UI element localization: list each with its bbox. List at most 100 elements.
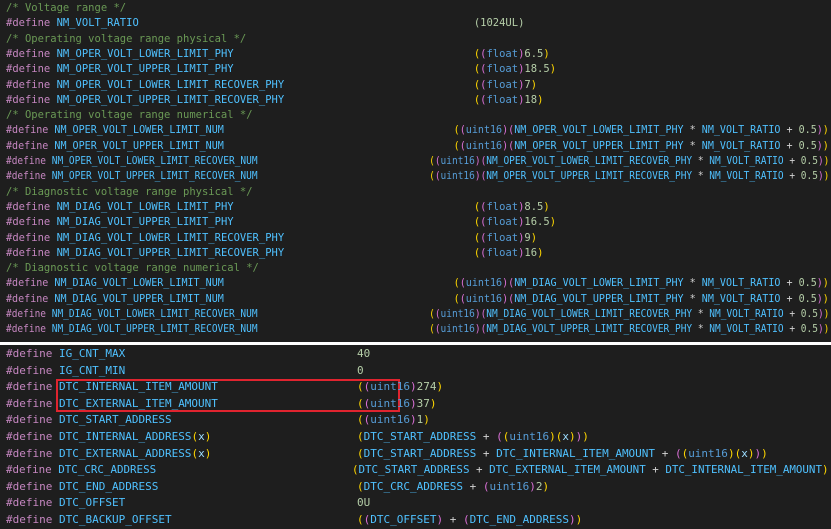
define-directive: #define xyxy=(6,463,52,477)
close-paren: ) xyxy=(549,430,556,443)
number-literal: 0.5 xyxy=(800,170,818,183)
macro-ref: DTC_END_ADDRESS xyxy=(469,513,569,526)
open-paren: ( xyxy=(357,430,364,443)
code-editor-pane-bottom[interactable]: #define IG_CNT_MAX 40 #define IG_CNT_MIN … xyxy=(0,345,831,529)
macro-value: (DTC_START_ADDRESS + DTC_EXTERNAL_ITEM_A… xyxy=(352,463,829,476)
macro-value: ((DTC_OFFSET) + (DTC_END_ADDRESS)) xyxy=(357,513,582,526)
define-directive: #define xyxy=(6,63,51,76)
open-paren: ( xyxy=(357,446,364,460)
macro-name: NM_DIAG_VOLT_UPPER_LIMIT_NUM xyxy=(48,292,224,305)
macro-param: x xyxy=(198,446,205,460)
define-directive: #define xyxy=(6,47,51,60)
code-line[interactable]: #define NM_OPER_VOLT_LOWER_LIMIT_RECOVER… xyxy=(6,78,537,93)
define-directive: #define xyxy=(6,200,51,213)
type-keyword: float xyxy=(486,200,519,213)
macro-name: NM_DIAG_VOLT_UPPER_LIMIT_RECOVER_NUM xyxy=(46,323,258,336)
macro-value: ((uint16)(NM_DIAG_VOLT_LOWER_LIMIT_RECOV… xyxy=(429,308,829,320)
macro-ref: DTC_START_ADDRESS xyxy=(363,446,477,460)
code-line[interactable]: #define NM_DIAG_VOLT_LOWER_LIMIT_NUM ((u… xyxy=(6,276,829,291)
comment: /* Voltage range */ xyxy=(6,2,127,14)
operator xyxy=(476,447,483,460)
close-paren: ) xyxy=(543,47,550,60)
code-line[interactable]: #define DTC_START_ADDRESS ((uint16)1) xyxy=(6,412,430,429)
operator xyxy=(456,513,463,526)
define-directive: #define xyxy=(6,277,49,290)
code-line[interactable]: #define NM_DIAG_VOLT_UPPER_LIMIT_NUM ((u… xyxy=(6,292,829,307)
code-line[interactable]: #define NM_OPER_VOLT_UPPER_LIMIT_PHY ((f… xyxy=(6,62,556,77)
code-line[interactable]: #define NM_DIAG_VOLT_LOWER_LIMIT_RECOVER… xyxy=(6,231,537,246)
open-paren: ( xyxy=(674,446,682,460)
macro-value: ((float)6.5) xyxy=(474,48,550,60)
code-line[interactable]: #define DTC_INTERNAL_ITEM_AMOUNT ((uint1… xyxy=(6,379,443,396)
macro-name: DTC_END_ADDRESS xyxy=(52,479,159,493)
code-line[interactable]: #define DTC_END_ADDRESS (DTC_CRC_ADDRESS… xyxy=(6,479,549,496)
macro-value: ((uint16)37) xyxy=(357,397,437,410)
type-keyword: float xyxy=(486,216,519,229)
number-literal: 8.5 xyxy=(524,200,544,213)
define-directive: #define xyxy=(6,124,49,137)
macro-name: NM_OPER_VOLT_UPPER_LIMIT_RECOVER_NUM xyxy=(46,170,258,183)
type-keyword: float xyxy=(486,246,519,259)
macro-ref: NM_VOLT_RATIO xyxy=(701,139,781,152)
code-line[interactable]: #define IG_CNT_MIN 0 xyxy=(6,363,364,380)
close-paren: ) xyxy=(410,396,417,410)
close-paren: ) xyxy=(530,78,538,91)
code-line[interactable]: #define NM_OPER_VOLT_LOWER_LIMIT_PHY ((f… xyxy=(6,47,550,62)
code-line[interactable]: /* Voltage range */ xyxy=(6,1,126,16)
code-line[interactable]: /* Diagnostic voltage range numerical */ xyxy=(6,261,259,276)
code-line[interactable]: #define NM_OPER_VOLT_UPPER_LIMIT_RECOVER… xyxy=(6,93,543,108)
close-paren: ) xyxy=(204,446,212,460)
open-paren: ( xyxy=(496,430,503,443)
code-line[interactable]: #define DTC_CRC_ADDRESS (DTC_START_ADDRE… xyxy=(6,462,829,479)
code-line[interactable]: #define DTC_OFFSET 0U xyxy=(6,495,370,512)
type-keyword: uint16 xyxy=(440,170,475,183)
macro-name: NM_OPER_VOLT_LOWER_LIMIT_RECOVER_PHY xyxy=(50,78,285,91)
type-keyword: uint16 xyxy=(465,292,503,305)
define-directive: #define xyxy=(6,93,51,106)
macro-ref: DTC_EXTERNAL_ITEM_AMOUNT xyxy=(489,463,646,477)
code-line[interactable]: #define DTC_INTERNAL_ADDRESS(x) (DTC_STA… xyxy=(6,429,589,446)
code-line[interactable]: /* Operating voltage range physical */ xyxy=(6,32,246,47)
code-line[interactable]: #define DTC_BACKUP_OFFSET ((DTC_OFFSET) … xyxy=(6,512,582,529)
code-line[interactable]: #define NM_DIAG_VOLT_LOWER_LIMIT_RECOVER… xyxy=(6,307,829,322)
macro-ref: NM_VOLT_RATIO xyxy=(709,170,784,183)
macro-name: DTC_EXTERNAL_ADDRESS(x) xyxy=(52,447,211,460)
code-line[interactable]: #define NM_OPER_VOLT_LOWER_LIMIT_NUM ((u… xyxy=(6,123,829,138)
define-directive: #define xyxy=(6,430,53,443)
close-paren: ) xyxy=(582,430,589,443)
code-line[interactable]: #define NM_DIAG_VOLT_UPPER_LIMIT_PHY ((f… xyxy=(6,215,556,230)
operator xyxy=(443,513,450,526)
code-line[interactable]: #define NM_DIAG_VOLT_LOWER_LIMIT_PHY ((f… xyxy=(6,200,550,215)
code-line[interactable]: #define NM_OPER_VOLT_UPPER_LIMIT_RECOVER… xyxy=(6,169,829,184)
number-literal: 16.5 xyxy=(524,216,550,229)
code-line[interactable]: #define NM_OPER_VOLT_LOWER_LIMIT_RECOVER… xyxy=(6,154,829,169)
close-paren: ) xyxy=(822,292,829,305)
code-line[interactable]: #define NM_OPER_VOLT_UPPER_LIMIT_NUM ((u… xyxy=(6,139,829,154)
type-keyword: uint16 xyxy=(465,124,503,137)
code-line[interactable]: #define NM_VOLT_RATIO (1024UL) xyxy=(6,16,524,31)
macro-ref: NM_OPER_VOLT_LOWER_LIMIT_PHY xyxy=(514,124,684,137)
number-literal: 0.5 xyxy=(798,124,817,137)
macro-name: NM_OPER_VOLT_LOWER_LIMIT_PHY xyxy=(50,47,234,60)
define-directive: #define xyxy=(6,78,51,91)
code-line[interactable]: #define DTC_EXTERNAL_ITEM_AMOUNT ((uint1… xyxy=(6,396,437,413)
code-line[interactable]: /* Operating voltage range numerical */ xyxy=(6,108,253,123)
code-line[interactable]: /* Diagnostic voltage range physical */ xyxy=(6,185,253,200)
macro-name: IG_CNT_MIN xyxy=(52,363,126,377)
close-paren: ) xyxy=(568,430,576,443)
macro-name: DTC_INTERNAL_ADDRESS(x) xyxy=(52,430,211,443)
type-keyword: float xyxy=(486,93,519,106)
code-line[interactable]: #define IG_CNT_MAX 40 xyxy=(6,346,370,363)
close-paren: ) xyxy=(530,231,538,244)
define-directive: #define xyxy=(6,155,47,167)
number-literal: 18 xyxy=(524,93,538,106)
code-line[interactable]: #define NM_DIAG_VOLT_UPPER_LIMIT_RECOVER… xyxy=(6,322,829,337)
type-keyword: float xyxy=(486,231,519,244)
code-line[interactable]: #define DTC_EXTERNAL_ADDRESS(x) (DTC_STA… xyxy=(6,446,768,463)
macro-ref: DTC_INTERNAL_ITEM_AMOUNT xyxy=(665,463,822,477)
code-line[interactable]: #define NM_DIAG_VOLT_UPPER_LIMIT_RECOVER… xyxy=(6,246,543,261)
macro-name: DTC_START_ADDRESS xyxy=(52,413,172,427)
define-directive: #define xyxy=(6,479,53,493)
type-keyword: float xyxy=(486,47,519,60)
code-editor-pane-top[interactable]: /* Voltage range */ #define NM_VOLT_RATIO… xyxy=(0,0,831,342)
